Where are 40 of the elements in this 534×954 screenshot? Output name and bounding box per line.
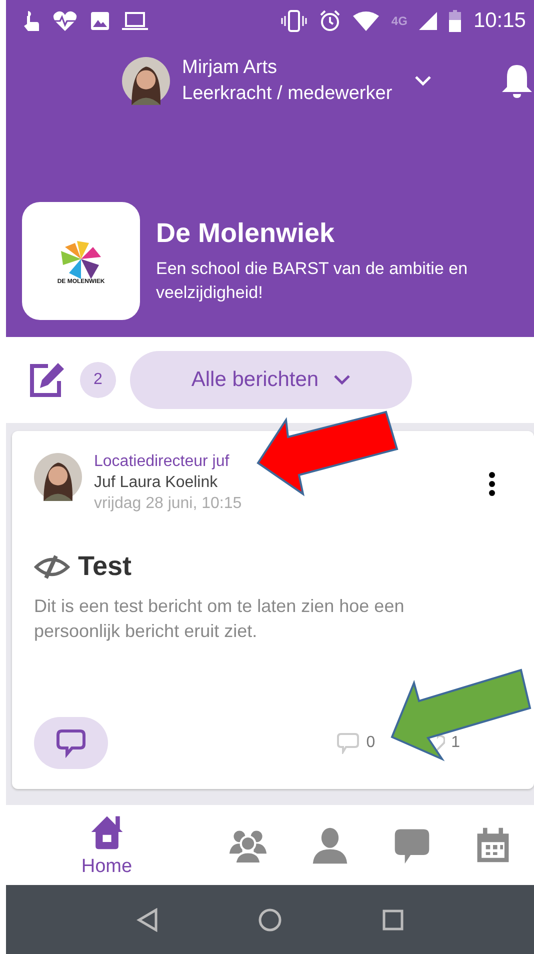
wifi-icon xyxy=(353,11,380,31)
touch-icon xyxy=(22,10,40,32)
chevron-down-icon[interactable] xyxy=(414,75,432,87)
like-count: 1 xyxy=(451,734,460,752)
message-filter-dropdown[interactable]: Alle berichten xyxy=(130,351,412,409)
hidden-eye-icon xyxy=(34,554,70,580)
avatar xyxy=(34,453,82,501)
post-date: vrijdag 28 juni, 10:15 xyxy=(94,495,242,513)
network-type: 4G xyxy=(391,14,408,28)
more-options-icon[interactable] xyxy=(488,471,496,497)
heart-rate-icon xyxy=(52,10,78,32)
recents-square-icon[interactable] xyxy=(382,908,404,930)
post-title: Test xyxy=(78,551,132,582)
back-icon[interactable] xyxy=(136,908,158,932)
vibrate-icon xyxy=(281,10,308,32)
avatar xyxy=(122,57,170,105)
compose-icon[interactable] xyxy=(28,361,66,399)
home-circle-icon[interactable] xyxy=(258,908,282,932)
alarm-icon xyxy=(319,10,342,32)
post-body: Dit is een test bericht om te laten zien hoe een persoonlijk bericht eruit ziet. xyxy=(34,595,406,643)
reply-button[interactable] xyxy=(34,717,108,769)
signal-icon xyxy=(419,12,438,30)
clock-time: 10:15 xyxy=(473,9,526,33)
author-title: Locatiedirecteur juf xyxy=(94,453,230,471)
laptop-icon xyxy=(122,11,148,31)
comment-count: 0 xyxy=(366,734,376,752)
comment-icon xyxy=(336,732,360,754)
notification-bell-icon[interactable] xyxy=(500,63,534,99)
school-name: De Molenwiek xyxy=(156,218,336,248)
nav-tab[interactable]: Home xyxy=(46,812,168,878)
draft-count: 2 xyxy=(80,362,116,398)
author-name: Juf Laura Koelink xyxy=(94,474,219,492)
user-name: Mirjam Arts xyxy=(182,57,278,79)
user-role: Leerkracht / medewerker xyxy=(182,83,392,105)
like-icon xyxy=(437,734,446,752)
image-icon xyxy=(90,11,110,31)
battery-icon xyxy=(449,10,462,32)
school-tagline: Een school die BARST van de ambitie en veelzijdigheid! xyxy=(156,258,469,304)
chevron-down-icon xyxy=(332,374,351,386)
speech-bubble-icon xyxy=(55,728,87,758)
